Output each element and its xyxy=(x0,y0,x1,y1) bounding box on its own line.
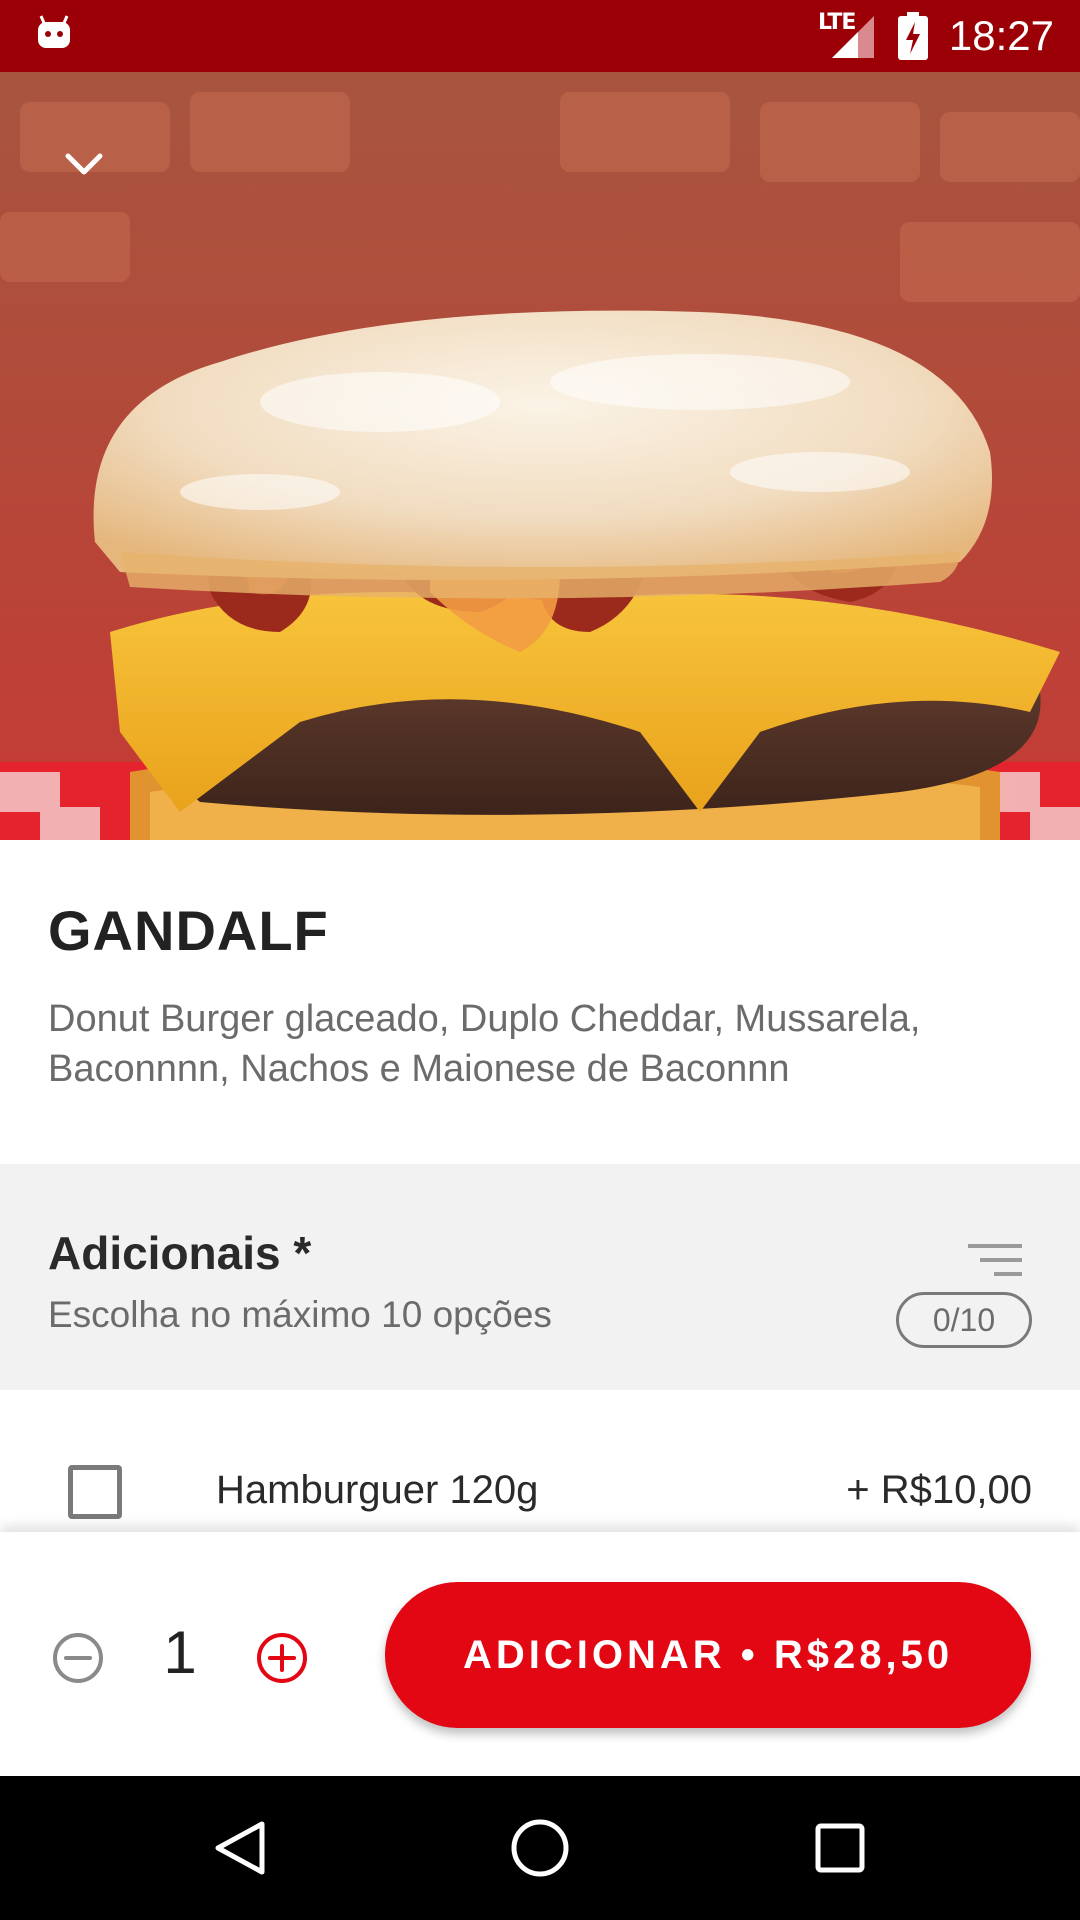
product-info: GANDALF Donut Burger glaceado, Duplo Che… xyxy=(0,840,1080,1164)
chevron-down-icon[interactable] xyxy=(62,142,106,186)
battery-charging-icon xyxy=(898,12,928,60)
section-title: Adicionais * xyxy=(48,1227,312,1279)
plus-circle-icon[interactable] xyxy=(256,1632,308,1684)
triangle-back-icon[interactable] xyxy=(208,1816,272,1880)
signal-icon xyxy=(832,16,874,58)
quantity-value: 1 xyxy=(163,1619,197,1686)
option-checkbox[interactable] xyxy=(68,1465,122,1519)
circle-home-icon[interactable] xyxy=(508,1816,572,1880)
status-bar: LTE 18:27 xyxy=(0,0,1080,72)
android-notification-icon xyxy=(38,15,70,48)
burger-illustration xyxy=(0,72,1080,840)
clock: 18:27 xyxy=(948,12,1054,59)
option-row[interactable]: Hamburguer 120g + R$10,00 xyxy=(0,1390,1080,1530)
system-nav-bar xyxy=(0,1776,1080,1920)
minus-circle-icon[interactable] xyxy=(52,1632,104,1684)
action-bar: 1 ADICIONAR • R$28,50 xyxy=(0,1532,1080,1776)
addons-section-header: Adicionais * Escolha no máximo 10 opções… xyxy=(0,1164,1080,1390)
option-label: Hamburguer 120g xyxy=(216,1468,539,1512)
filter-icon xyxy=(968,1244,1022,1276)
square-recents-icon[interactable] xyxy=(808,1816,872,1880)
product-description: Donut Burger glaceado, Duplo Cheddar, Mu… xyxy=(48,998,921,1090)
product-title: GANDALF xyxy=(48,899,329,962)
product-image xyxy=(0,72,1080,840)
add-to-cart-button[interactable]: ADICIONAR • R$28,50 xyxy=(385,1582,1031,1728)
selection-count-badge: 0/10 xyxy=(896,1292,1032,1348)
option-price: + R$10,00 xyxy=(846,1468,1032,1512)
section-subtitle: Escolha no máximo 10 opções xyxy=(48,1294,552,1335)
